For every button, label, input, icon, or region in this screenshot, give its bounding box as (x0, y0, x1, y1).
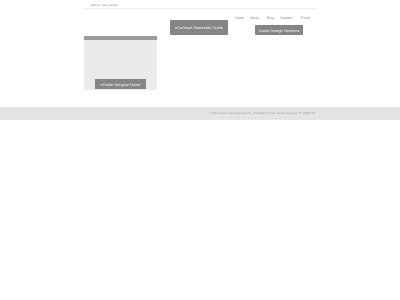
header-divider (84, 8, 316, 9)
page-footer: © 2023 Guide to the Dental Systems · Sta… (0, 107, 400, 120)
skip-to-content-link[interactable]: Skip to main content (91, 3, 118, 7)
design-services-button[interactable]: Guide Design Services (255, 25, 303, 35)
surgical-guide-button[interactable]: eGuide Surgical Guide (95, 79, 146, 89)
main-nav: Home About Blog Contact Portal (231, 16, 317, 22)
hero-image-top-bar (84, 36, 157, 40)
footer-copyright: © 2023 Guide to the Dental Systems · Sta… (209, 111, 316, 115)
nav-contact[interactable]: Contact (280, 16, 292, 20)
nav-blog[interactable]: Blog (267, 16, 274, 20)
nav-portal[interactable]: Portal (301, 16, 310, 20)
nav-home[interactable]: Home (235, 16, 244, 20)
econtract-guide-button[interactable]: eContract Stackable Guide (170, 20, 228, 35)
hero-image-panel: eGuide Surgical Guide (84, 36, 157, 90)
nav-about[interactable]: About (250, 16, 259, 20)
